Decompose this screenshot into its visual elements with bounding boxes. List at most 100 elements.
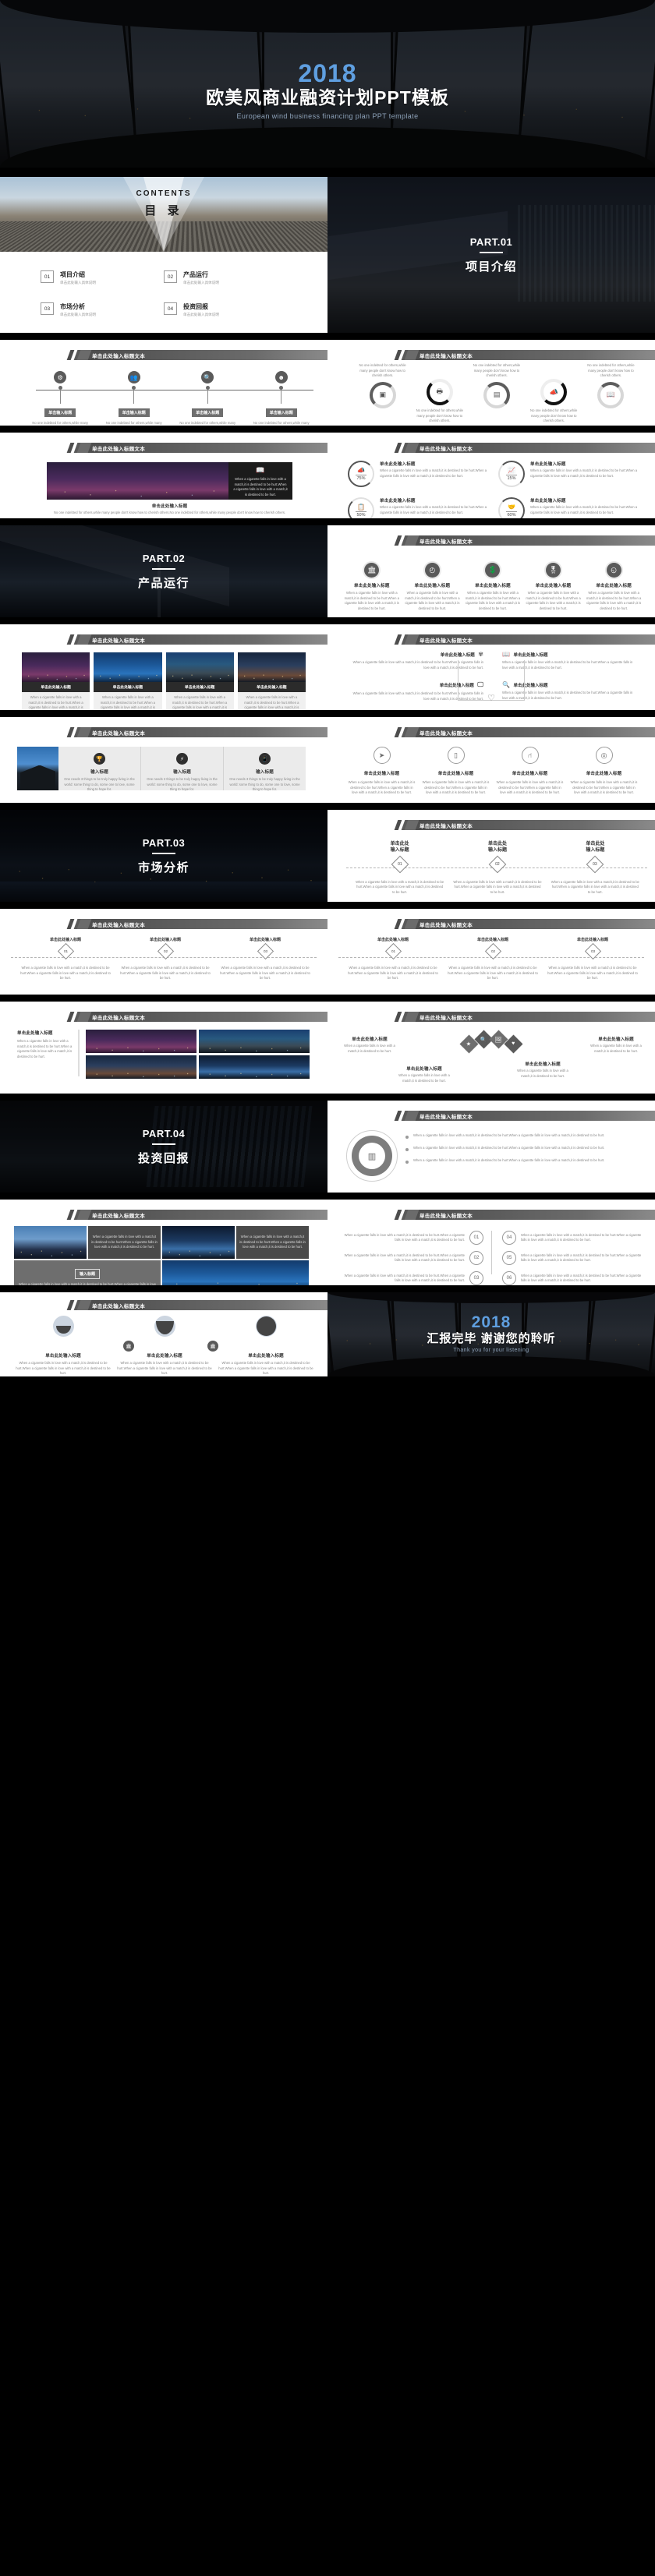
process-step[interactable]: 🏛 单击此处输入标题 When a cigarette falls in lov… (342, 563, 402, 611)
contents-item[interactable]: 03 市场分析 单击此处输入具体说明 (41, 302, 164, 317)
mosaic-photo[interactable] (14, 1226, 87, 1259)
mosaic-photo[interactable] (162, 1226, 235, 1259)
pie-label: 单击此处输入标题 (45, 1354, 81, 1359)
diamond-node[interactable]: 单击此处输入标题 03 When a cigarette falls in lo… (547, 841, 644, 895)
cover-subtitle: European wind business financing plan PP… (236, 112, 419, 121)
mosaic-photo[interactable] (86, 1030, 196, 1053)
slide-title: 单击此处输入标题文本 (92, 1303, 145, 1309)
percent-item[interactable]: 🤝 60% 单击此处输入标题 When a cigarette falls in… (494, 497, 639, 518)
mosaic-text-block: When a cigarette falls in love with a ma… (236, 1226, 309, 1259)
number-item[interactable]: 06 When a cigarette falls in love with a… (502, 1271, 643, 1285)
timeline-body: No one indebted for others,while many pe… (105, 421, 162, 425)
pie-item[interactable]: 单击此处输入标题 When a cigarette falls in love … (12, 1316, 114, 1376)
diamond-node[interactable]: 单击此处输入标题 02 When a cigarette falls in lo… (115, 937, 215, 981)
donut-legend-item[interactable]: When a cigarette falls in love with a ma… (405, 1146, 641, 1151)
diamond-node[interactable]: 单击此处输入标题 02 When a cigarette falls in lo… (443, 937, 543, 981)
donut-legend-item[interactable]: When a cigarette falls in love with a ma… (405, 1133, 641, 1139)
mosaic-photo[interactable] (162, 1260, 309, 1285)
percent-item[interactable]: 📋 50% 单击此处输入标题 When a cigarette falls in… (348, 497, 494, 518)
percent-item[interactable]: 📣 75% 单击此处输入标题 When a cigarette falls in… (348, 461, 494, 487)
diamond-marker: 03 (586, 855, 604, 874)
diamond-node[interactable]: 单击此处输入标题 02 When a cigarette falls in lo… (448, 841, 546, 895)
slide-title: 单击此处输入标题文本 (420, 730, 473, 737)
process-step[interactable]: ◵ 单击此处输入标题 When a cigarette falls in lov… (583, 563, 644, 611)
diamond-label: 单击此处输入标题 (149, 938, 181, 942)
number-item[interactable]: 04 When a cigarette falls in love with a… (502, 1231, 643, 1245)
photo-card[interactable]: 单击此处输入标题 When a cigarette falls in love … (22, 652, 90, 710)
process-label: 单击此处输入标题 (414, 584, 451, 588)
scanner-icon: ▤ (483, 381, 510, 408)
number-item[interactable]: When a cigarette falls in love with a ma… (343, 1271, 483, 1285)
timeline-node[interactable]: ☻ 单击输入标题 No one indebted for others,whil… (245, 371, 319, 426)
ring-item[interactable]: No one indebted for others,while many pe… (578, 363, 644, 408)
slide-ending: 2018 汇报完毕 谢谢您的聆听 Thank you for your list… (328, 1292, 655, 1376)
mosaic-photo[interactable] (86, 1055, 196, 1079)
gauge-icon: ◵ (606, 563, 621, 578)
diamond-body: When a cigarette falls in love with a ma… (547, 966, 638, 980)
diamond-node[interactable]: 单击此处输入标题 01 When a cigarette falls in lo… (16, 937, 115, 981)
outline-title: 单击此处输入标题 (512, 772, 548, 776)
percent-body: When a cigarette falls in love with a ma… (380, 505, 487, 514)
diamond-node[interactable]: 单击此处输入标题 03 When a cigarette falls in lo… (543, 937, 643, 981)
diamond-label: 单击此处输入标题 (49, 938, 81, 942)
building-column[interactable]: 📱 输入标题 One needs 3 things to be truly ha… (224, 747, 306, 791)
photo-caption-title: 单击此处输入标题 (151, 504, 188, 509)
slide-mosaic: 单击此处输入标题文本 When a cigarette falls in lov… (0, 1200, 328, 1285)
printer-icon: 🖶 (426, 379, 453, 405)
donut-legend-item[interactable]: When a cigarette falls in love with a ma… (405, 1158, 641, 1164)
ending-text-block: 2018 汇报完毕 谢谢您的聆听 Thank you for your list… (328, 1314, 655, 1353)
mosaic-grid: When a cigarette falls in love with a ma… (14, 1226, 310, 1285)
donut-chart: ▥ (352, 1136, 392, 1176)
fan-label-title: 单击此处输入标题 (406, 1067, 442, 1072)
percent-value: 60% (507, 513, 516, 518)
contents-item[interactable]: 02 产品运行 单击此处输入具体说明 (164, 270, 287, 285)
percent-value: 15% (507, 476, 516, 481)
pie-item[interactable]: 单击此处输入标题 When a cigarette falls in love … (215, 1316, 317, 1376)
slide-photo-text: 单击此处输入标题文本 单击此处输入标题 When a cigarette fal… (0, 1002, 328, 1094)
photo-card[interactable]: 单击此处输入标题 When a cigarette falls in love … (165, 652, 234, 710)
outline-item[interactable]: ◎ 单击此处输入标题 When a cigarette falls in lov… (567, 747, 641, 796)
photo-card[interactable]: 单击此处输入标题 When a cigarette falls in love … (237, 652, 306, 710)
number-item[interactable]: 05 When a cigarette falls in love with a… (502, 1251, 643, 1265)
bolt-icon: ⚡ (176, 753, 188, 765)
number-item[interactable]: When a cigarette falls in love with a ma… (343, 1251, 483, 1265)
contents-item[interactable]: 04 投资回报 单击此处输入具体说明 (164, 302, 287, 317)
slide-timeline-icons: 单击此处输入标题文本 ⚙ 单击输入标题 No one indebted for … (0, 340, 328, 426)
outline-item[interactable]: ➤ 单击此处输入标题 When a cigarette falls in lov… (345, 747, 419, 796)
chart-up-icon: 📈 (508, 467, 515, 474)
user-badge-icon: ☻ (274, 371, 288, 383)
photo-caption-body: No one indebted for others,while many pe… (53, 511, 286, 514)
slide-part-01: PART.01 项目介绍 (328, 177, 655, 333)
diamond-body: When a cigarette falls in love with a ma… (220, 966, 310, 980)
photo-card[interactable]: 单击此处输入标题 When a cigarette falls in love … (94, 652, 162, 710)
slide-diamond-timeline-c: 单击此处输入标题文本 单击此处输入标题 01 When a cigarette … (328, 909, 655, 995)
percent-item[interactable]: 📈 15% 单击此处输入标题 When a cigarette falls in… (494, 461, 639, 487)
outline-item[interactable]: ⑁ 单击此处输入标题 When a cigarette falls in lov… (493, 747, 567, 796)
number-item[interactable]: When a cigarette falls in love with a ma… (343, 1231, 483, 1245)
diamond-node[interactable]: 单击此处输入标题 01 When a cigarette falls in lo… (351, 841, 448, 895)
diamond-node[interactable]: 单击此处输入标题 03 When a cigarette falls in lo… (215, 937, 315, 981)
diamond-number: 02 (495, 861, 500, 867)
number-body: When a cigarette falls in love with a ma… (344, 1253, 465, 1263)
mosaic-photo[interactable] (199, 1030, 310, 1053)
outline-item[interactable]: ▯ 单击此处输入标题 When a cigarette falls in lov… (419, 747, 493, 796)
timeline-node[interactable]: ⚙ 单击输入标题 No one indebted for others,whil… (23, 371, 97, 426)
timeline-node[interactable]: 👥 单击输入标题 No one indebted for others,whil… (97, 371, 172, 426)
building-column[interactable]: ⚡ 输入标题 One needs 3 things to be truly ha… (141, 747, 224, 791)
diamond-node[interactable]: 单击此处输入标题 01 When a cigarette falls in lo… (343, 937, 443, 981)
process-step[interactable]: ◴ 单击此处输入标题 When a cigarette falls in lov… (402, 563, 463, 611)
number-body: When a cigarette falls in love with a ma… (521, 1253, 642, 1263)
process-step[interactable]: 🎖 单击此处输入标题 When a cigarette falls in lov… (523, 563, 584, 611)
slide-title: 单击此处输入标题文本 (92, 1213, 145, 1219)
cover-text-block: 2018 欧美风商业融资计划PPT模板 European wind busine… (0, 61, 655, 120)
timeline-node[interactable]: 🔍 单击输入标题 No one indebted for others,whil… (171, 371, 245, 426)
diamond-body: When a cigarette falls in love with a ma… (120, 966, 211, 980)
building-column[interactable]: 🏆 输入标题 One needs 3 things to be truly ha… (58, 747, 141, 791)
contents-item-title: 市场分析 (60, 303, 85, 310)
contents-item[interactable]: 01 项目介绍 单击此处输入具体说明 (41, 270, 164, 285)
process-body: When a cigarette falls in love with a ma… (465, 591, 521, 610)
slide-building-3: 单击此处输入标题文本 🏆 输入标题 One needs 3 things to … (0, 717, 328, 803)
mosaic-photo[interactable] (199, 1055, 310, 1079)
part-number: PART.04 (142, 1127, 186, 1140)
process-step[interactable]: 💲 单击此处输入标题 When a cigarette falls in lov… (462, 563, 523, 611)
